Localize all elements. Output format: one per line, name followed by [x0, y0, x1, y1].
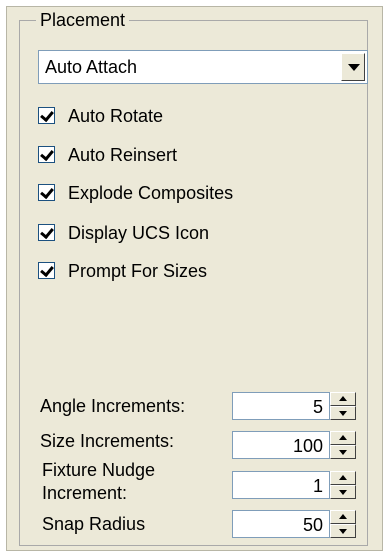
fixture-nudge-label-line2: Increment:	[42, 483, 128, 503]
arrow-up-icon	[339, 475, 347, 480]
checkmark-icon	[40, 107, 54, 123]
size-increments-value: 100	[292, 436, 323, 456]
snap-radius-label: Snap Radius	[42, 514, 146, 534]
checkbox-label: Explode Composites	[68, 183, 234, 203]
increment-button[interactable]	[330, 431, 356, 445]
fixture-nudge-label-line1: Fixture Nudge	[42, 460, 156, 480]
arrow-down-icon	[339, 490, 347, 495]
decrement-button[interactable]	[330, 445, 356, 459]
size-increments-spinner[interactable]	[330, 431, 356, 459]
size-increments-input[interactable]: 100	[232, 431, 330, 459]
checkbox-label: Display UCS Icon	[68, 223, 210, 243]
checkbox-box[interactable]	[38, 224, 55, 241]
checkbox-label: Prompt For Sizes	[68, 261, 208, 281]
decrement-button[interactable]	[330, 485, 356, 499]
increment-button[interactable]	[330, 471, 356, 485]
checkbox-label: Auto Reinsert	[68, 145, 178, 165]
decrement-button[interactable]	[330, 406, 356, 420]
arrow-down-icon	[339, 411, 347, 416]
angle-increments-spinner[interactable]	[330, 392, 356, 420]
arrow-down-icon	[339, 450, 347, 455]
checkbox-box[interactable]	[38, 107, 55, 124]
increment-button[interactable]	[330, 392, 356, 406]
arrow-down-icon	[339, 529, 347, 534]
checkbox-box[interactable]	[38, 262, 55, 279]
arrow-up-icon	[339, 514, 347, 519]
checkmark-icon	[40, 224, 54, 240]
checkmark-icon	[40, 184, 54, 200]
snap-radius-value: 50	[302, 515, 323, 535]
arrow-up-icon	[339, 396, 347, 401]
fixture-nudge-value: 1	[312, 476, 323, 496]
checkmark-icon	[40, 262, 54, 278]
angle-increments-value: 5	[312, 397, 323, 417]
size-increments-label: Size Increments:	[40, 431, 175, 451]
snap-radius-spinner[interactable]	[330, 510, 356, 538]
placement-mode-value: Auto Attach	[45, 57, 138, 77]
placement-legend: Placement	[36, 8, 130, 32]
checkbox-box[interactable]	[38, 184, 55, 201]
checkmark-icon	[40, 146, 54, 162]
increment-button[interactable]	[330, 510, 356, 524]
checkbox-label: Auto Rotate	[68, 106, 164, 126]
fixture-nudge-input[interactable]: 1	[232, 471, 330, 499]
arrow-up-icon	[339, 435, 347, 440]
angle-increments-input[interactable]: 5	[232, 392, 330, 420]
decrement-button[interactable]	[330, 524, 356, 538]
angle-increments-label: Angle Increments:	[40, 396, 186, 416]
fixture-nudge-spinner[interactable]	[330, 471, 356, 499]
dropdown-button[interactable]	[341, 53, 365, 81]
placement-panel: Placement Auto Attach Auto Rotate Auto R…	[0, 0, 391, 559]
placement-mode-dropdown[interactable]: Auto Attach	[38, 50, 368, 84]
checkbox-box[interactable]	[38, 146, 55, 163]
chevron-down-icon	[348, 64, 360, 71]
snap-radius-input[interactable]: 50	[232, 510, 330, 538]
